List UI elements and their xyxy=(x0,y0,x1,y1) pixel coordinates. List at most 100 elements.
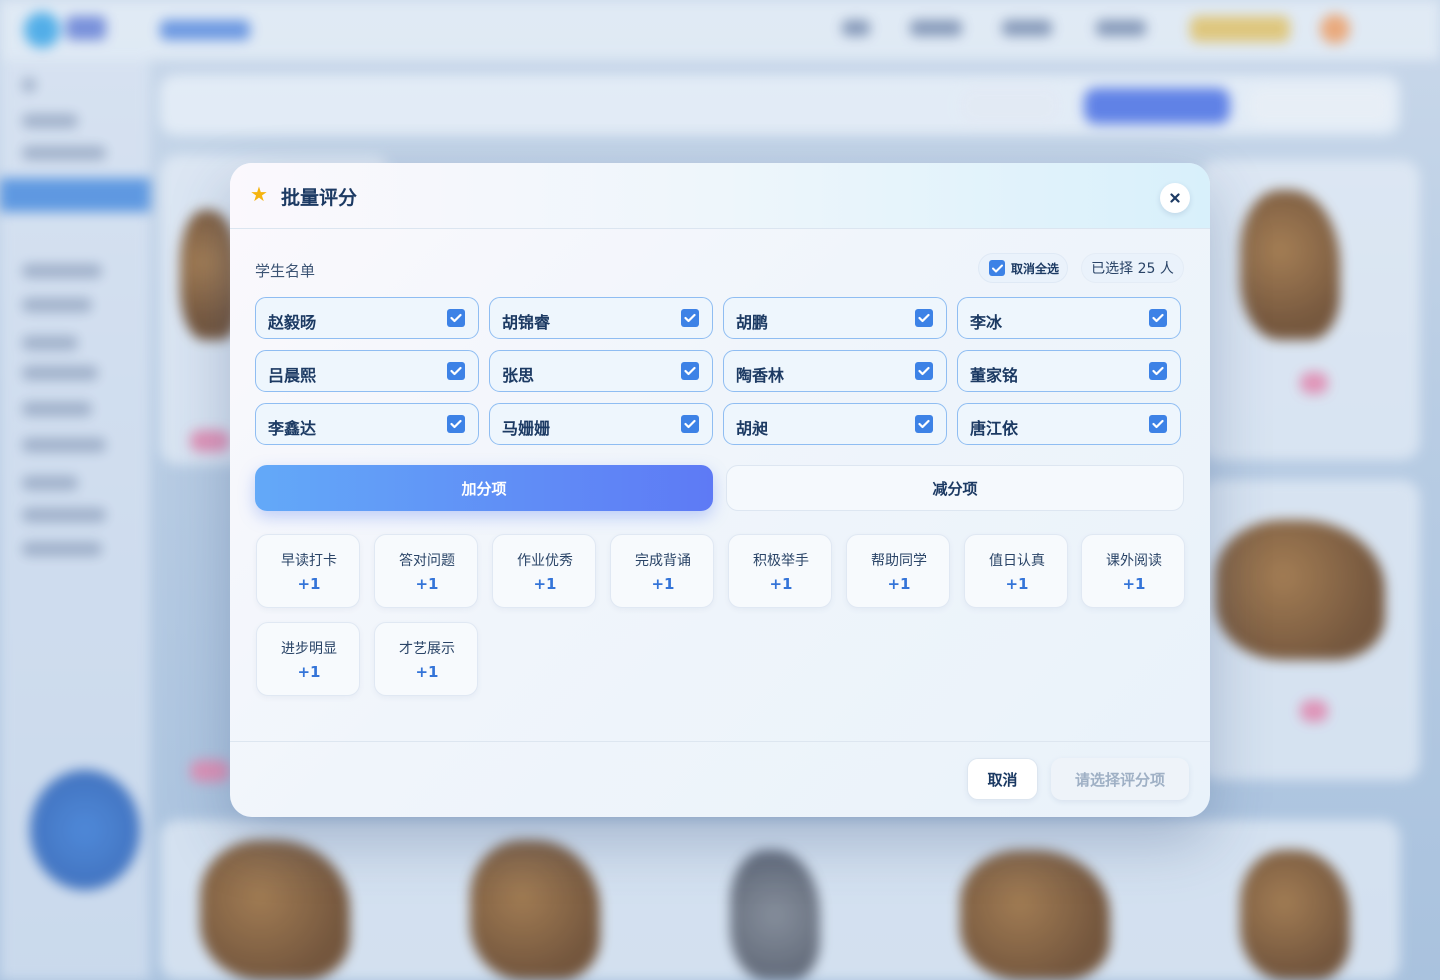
checkbox-checked-icon[interactable] xyxy=(915,309,933,327)
score-item-points: +1 xyxy=(297,663,321,681)
checkbox-checked-icon[interactable] xyxy=(447,309,465,327)
score-item-button[interactable]: 答对问题 +1 xyxy=(374,534,478,608)
score-item-name: 作业优秀 xyxy=(517,553,573,569)
bg-animal xyxy=(960,850,1110,980)
bg-decoration xyxy=(30,770,140,890)
close-icon xyxy=(1170,193,1180,203)
score-item-name: 进步明显 xyxy=(281,641,337,657)
student-card[interactable]: 吕晨熙 xyxy=(255,350,479,392)
dialog-title: 批量评分 xyxy=(281,187,358,209)
score-item-button[interactable]: 帮助同学 +1 xyxy=(846,534,950,608)
bg-nav-item xyxy=(842,20,870,36)
check-icon xyxy=(989,260,1005,276)
score-item-button[interactable]: 课外阅读 +1 xyxy=(1081,534,1185,608)
bg-nav-item xyxy=(910,20,962,36)
star-icon: ★ xyxy=(250,182,268,206)
checkbox-checked-icon[interactable] xyxy=(915,362,933,380)
student-card[interactable]: 赵毅旸 xyxy=(255,297,479,339)
bg-animal xyxy=(470,840,600,980)
student-name: 陶香林 xyxy=(736,366,785,385)
bg-side-active xyxy=(0,178,150,212)
student-card[interactable]: 张思 xyxy=(489,350,713,392)
bg-side-item xyxy=(22,476,78,490)
student-card[interactable]: 董家铭 xyxy=(957,350,1181,392)
bg-button xyxy=(1250,88,1390,124)
student-card[interactable]: 唐江依 xyxy=(957,403,1181,445)
bg-logo-text xyxy=(66,16,106,40)
bg-side-item xyxy=(22,438,106,452)
student-card[interactable]: 李鑫达 xyxy=(255,403,479,445)
student-list-label: 学生名单 xyxy=(255,262,316,280)
score-item-points: +1 xyxy=(1005,575,1029,593)
toggle-all-button[interactable]: 取消全选 xyxy=(978,253,1068,283)
score-item-name: 积极举手 xyxy=(753,553,809,569)
selected-count-badge: 已选择 25 人 xyxy=(1081,253,1184,283)
checkbox-checked-icon[interactable] xyxy=(681,362,699,380)
score-item-points: +1 xyxy=(415,575,439,593)
score-item-name: 才艺展示 xyxy=(399,641,455,657)
student-card[interactable]: 胡鹏 xyxy=(723,297,947,339)
student-name: 赵毅旸 xyxy=(268,313,317,332)
checkbox-checked-icon[interactable] xyxy=(681,415,699,433)
score-item-button[interactable]: 才艺展示 +1 xyxy=(374,622,478,696)
student-name: 胡锦睿 xyxy=(502,313,551,332)
score-item-points: +1 xyxy=(415,663,439,681)
score-item-name: 课外阅读 xyxy=(1106,553,1162,569)
tab-minus-items[interactable]: 减分项 xyxy=(726,465,1184,511)
bg-logo xyxy=(24,12,60,48)
bg-side-item xyxy=(22,114,78,128)
bg-animal xyxy=(1240,850,1350,980)
score-item-button[interactable]: 作业优秀 +1 xyxy=(492,534,596,608)
student-card[interactable]: 马姗姗 xyxy=(489,403,713,445)
student-name: 李鑫达 xyxy=(268,419,317,438)
tab-add-items[interactable]: 加分项 xyxy=(255,465,713,511)
student-card[interactable]: 李冰 xyxy=(957,297,1181,339)
bg-side-item xyxy=(22,264,102,278)
bg-button xyxy=(1084,88,1230,124)
bg-side-item xyxy=(22,298,92,312)
student-card[interactable]: 陶香林 xyxy=(723,350,947,392)
student-name: 唐江依 xyxy=(970,419,1019,438)
bg-tag xyxy=(1300,700,1328,722)
score-item-button[interactable]: 完成背诵 +1 xyxy=(610,534,714,608)
bg-breadcrumb xyxy=(160,20,250,40)
score-item-points: +1 xyxy=(1122,575,1146,593)
bg-animal xyxy=(1215,520,1385,660)
bg-side-item xyxy=(22,402,92,416)
checkbox-checked-icon[interactable] xyxy=(447,415,465,433)
checkbox-checked-icon[interactable] xyxy=(1149,309,1167,327)
student-card[interactable]: 胡昶 xyxy=(723,403,947,445)
batch-score-dialog: ★ 批量评分 学生名单 取消全选 已选择 25 人 赵毅旸 胡锦睿 胡鹏 李冰吕晨熙 张… xyxy=(230,163,1210,817)
close-button[interactable] xyxy=(1160,183,1190,213)
bg-tag xyxy=(1300,372,1328,394)
student-name: 胡鹏 xyxy=(736,313,769,332)
cancel-button[interactable]: 取消 xyxy=(967,758,1038,800)
bg-animal xyxy=(730,850,820,980)
score-item-button[interactable]: 值日认真 +1 xyxy=(964,534,1068,608)
checkbox-checked-icon[interactable] xyxy=(681,309,699,327)
student-name: 李冰 xyxy=(970,313,1003,332)
student-card[interactable]: 胡锦睿 xyxy=(489,297,713,339)
bg-tag xyxy=(190,760,230,782)
checkbox-checked-icon[interactable] xyxy=(447,362,465,380)
score-item-button[interactable]: 进步明显 +1 xyxy=(256,622,360,696)
bg-side-item xyxy=(22,146,106,160)
student-grid: 赵毅旸 胡锦睿 胡鹏 李冰吕晨熙 张思 陶香林 董家铭李鑫达 马姗姗 胡昶 唐江依 xyxy=(255,297,1181,446)
student-name: 马姗姗 xyxy=(502,419,551,438)
score-item-button[interactable]: 积极举手 +1 xyxy=(728,534,832,608)
bg-tag xyxy=(190,430,230,452)
score-item-button[interactable]: 早读打卡 +1 xyxy=(256,534,360,608)
checkbox-checked-icon[interactable] xyxy=(1149,415,1167,433)
student-name: 吕晨熙 xyxy=(268,366,317,385)
score-item-name: 值日认真 xyxy=(989,553,1045,569)
checkbox-checked-icon[interactable] xyxy=(1149,362,1167,380)
bg-side-item xyxy=(22,336,78,350)
score-item-points: +1 xyxy=(769,575,793,593)
checkbox-checked-icon[interactable] xyxy=(915,415,933,433)
score-item-name: 完成背诵 xyxy=(635,553,691,569)
score-item-points: +1 xyxy=(887,575,911,593)
score-item-points: +1 xyxy=(533,575,557,593)
bg-side-item xyxy=(22,366,98,380)
submit-button[interactable]: 请选择评分项 xyxy=(1051,758,1189,800)
toggle-all-label: 取消全选 xyxy=(1011,261,1060,276)
